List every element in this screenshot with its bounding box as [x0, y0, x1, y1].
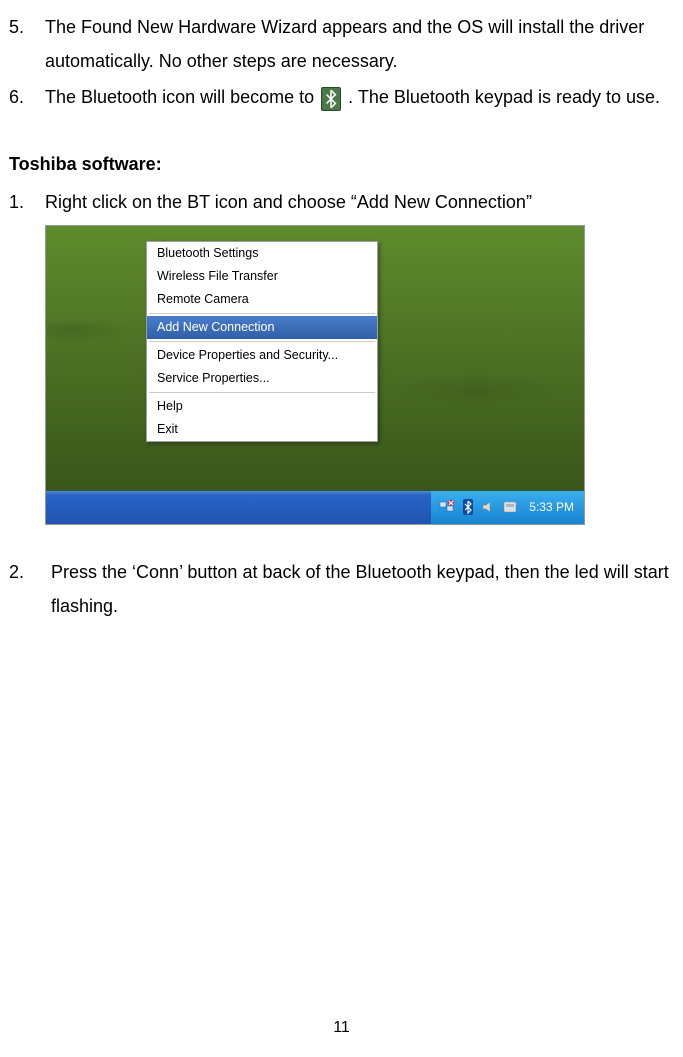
spacer	[5, 531, 671, 555]
menu-help[interactable]: Help	[147, 395, 377, 418]
tray-misc-icon[interactable]	[502, 499, 518, 515]
network-icon[interactable]	[439, 499, 455, 515]
step-5-text: The Found New Hardware Wizard appears an…	[33, 10, 671, 78]
menu-exit[interactable]: Exit	[147, 418, 377, 441]
step-6-pre: The Bluetooth icon will become to	[45, 87, 319, 107]
system-tray: 5:33 PM	[431, 491, 584, 524]
menu-separator	[149, 313, 375, 314]
step-6-text: The Bluetooth icon will become to . The …	[33, 80, 671, 114]
menu-bluetooth-settings[interactable]: Bluetooth Settings	[147, 242, 377, 265]
page-number: 11	[0, 1013, 683, 1043]
menu-add-new-connection[interactable]: Add New Connection	[147, 316, 377, 339]
menu-service-properties[interactable]: Service Properties...	[147, 367, 377, 390]
taskbar: 5:33 PM	[46, 491, 584, 524]
toshiba-step-2: 2. Press the ‘Conn’ button at back of th…	[5, 555, 671, 623]
step-6: 6. The Bluetooth icon will become to . T…	[5, 80, 671, 114]
step-5-num: 5.	[5, 10, 33, 78]
volume-icon[interactable]	[481, 499, 497, 515]
toshiba-heading: Toshiba software:	[5, 147, 671, 181]
toshiba-step-1: 1. Right click on the BT icon and choose…	[5, 185, 671, 219]
toshiba-step-2-num: 2.	[5, 555, 33, 623]
toshiba-step-2-text: Press the ‘Conn’ button at back of the B…	[33, 555, 671, 623]
menu-wireless-file-transfer[interactable]: Wireless File Transfer	[147, 265, 377, 288]
menu-separator	[149, 341, 375, 342]
menu-device-properties[interactable]: Device Properties and Security...	[147, 344, 377, 367]
bluetooth-tray-icon[interactable]	[460, 499, 476, 515]
bluetooth-context-menu: Bluetooth Settings Wireless File Transfe…	[146, 241, 378, 442]
toshiba-step-1-num: 1.	[5, 185, 33, 219]
context-menu-screenshot: Bluetooth Settings Wireless File Transfe…	[45, 225, 585, 525]
bluetooth-connected-icon	[321, 87, 341, 111]
menu-remote-camera[interactable]: Remote Camera	[147, 288, 377, 311]
step-6-num: 6.	[5, 80, 33, 114]
menu-separator	[149, 392, 375, 393]
step-6-post: . The Bluetooth keypad is ready to use.	[348, 87, 660, 107]
toshiba-step-1-text: Right click on the BT icon and choose “A…	[33, 185, 671, 219]
taskbar-clock[interactable]: 5:33 PM	[529, 496, 574, 519]
step-5: 5. The Found New Hardware Wizard appears…	[5, 10, 671, 78]
